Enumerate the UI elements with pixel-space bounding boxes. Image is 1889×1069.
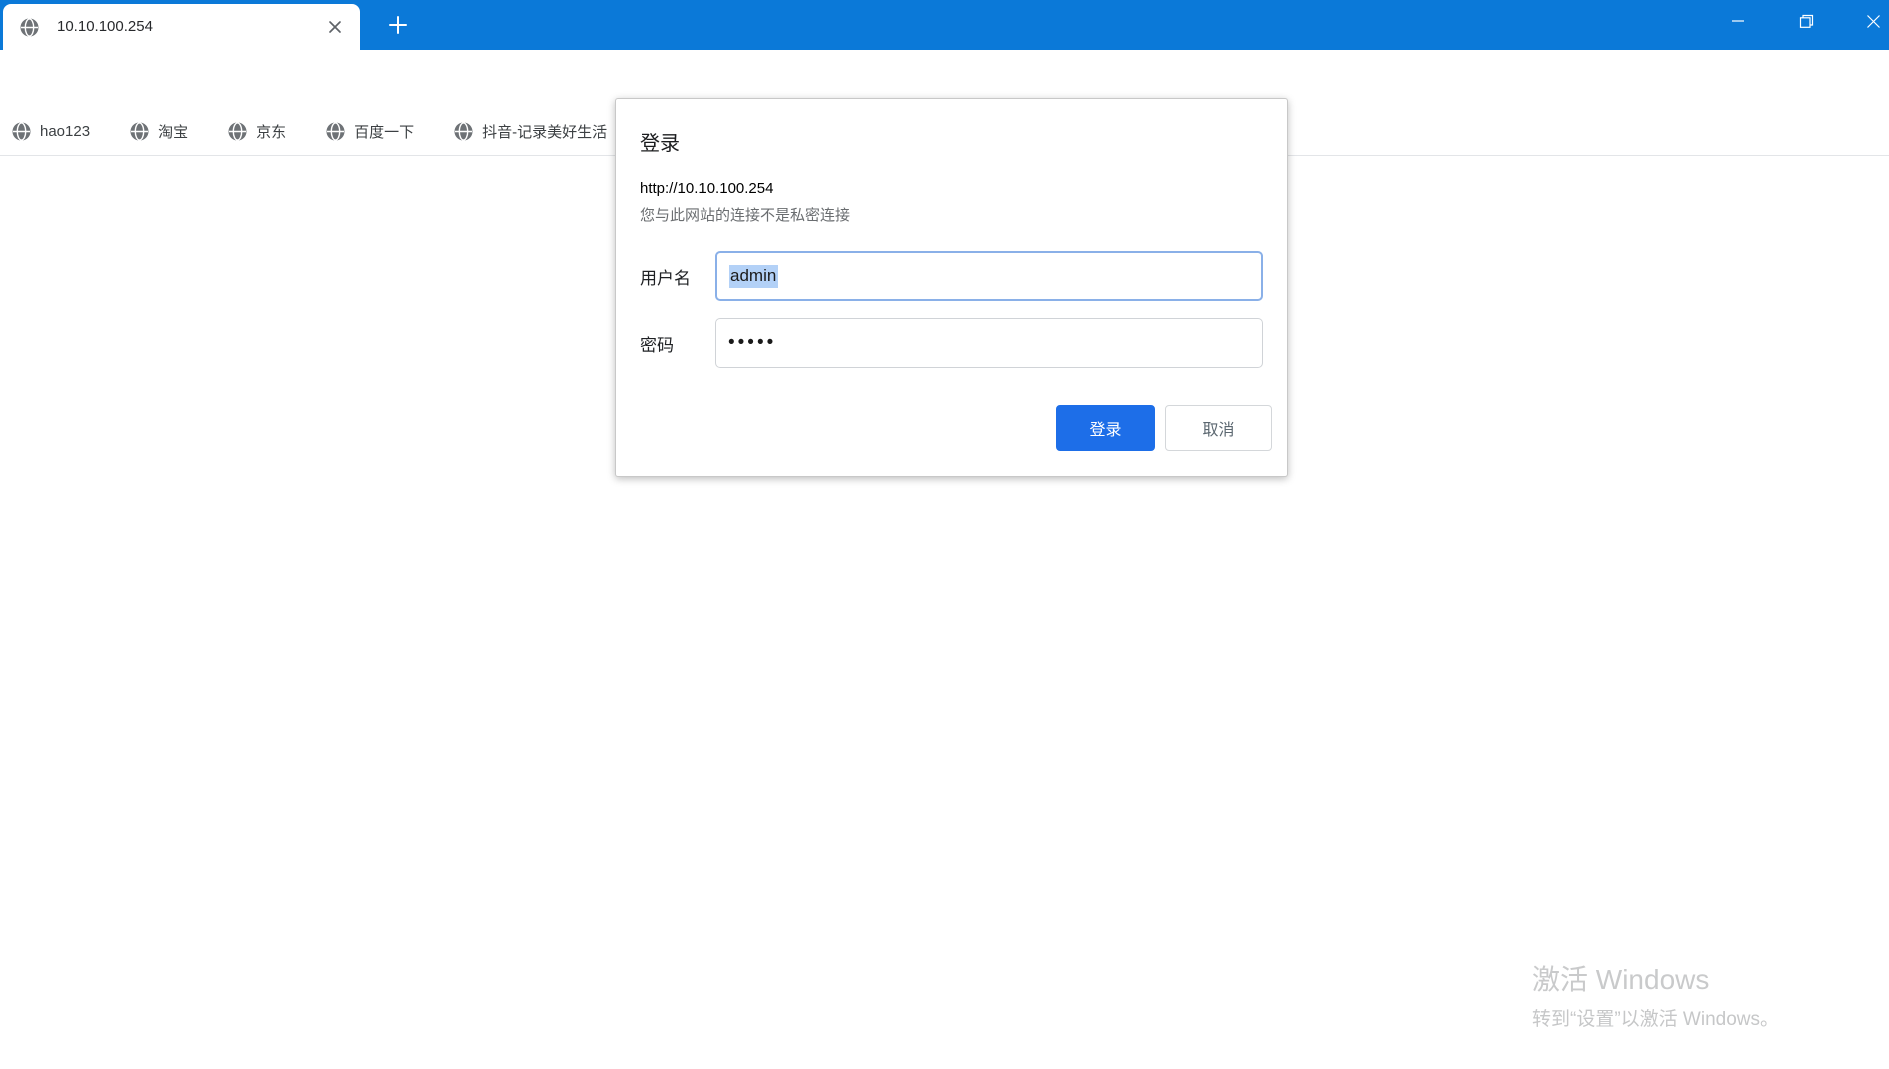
dialog-title: 登录 xyxy=(640,133,680,155)
window-minimize-button[interactable] xyxy=(1715,0,1761,42)
globe-favicon-icon xyxy=(326,122,345,141)
bookmark-hao123[interactable]: hao123 xyxy=(12,122,90,141)
browser-window: 10.10.100.254 hao123 淘宝 京东 百度一下 抖音-记录美好生… xyxy=(0,0,1889,1069)
watermark-subtitle: 转到“设置”以激活 Windows。 xyxy=(1532,1009,1780,1030)
dialog-button-row: 登录 取消 xyxy=(640,405,1272,451)
cancel-button[interactable]: 取消 xyxy=(1165,405,1272,451)
password-input[interactable]: ••••• xyxy=(715,318,1263,368)
login-button[interactable]: 登录 xyxy=(1056,405,1155,451)
bookmark-label: 抖音-记录美好生活 xyxy=(482,124,608,141)
password-masked-value: ••••• xyxy=(728,332,777,353)
bookmark-label: 百度一下 xyxy=(354,124,415,141)
globe-favicon-icon xyxy=(228,122,247,141)
windows-activation-watermark: 激活 Windows 转到“设置”以激活 Windows。 xyxy=(1532,958,1779,1031)
bookmark-douyin[interactable]: 抖音-记录美好生活 xyxy=(454,121,607,142)
globe-favicon-icon xyxy=(12,122,31,141)
bookmark-label: hao123 xyxy=(40,123,91,140)
globe-favicon-icon xyxy=(454,122,473,141)
bookmark-taobao[interactable]: 淘宝 xyxy=(130,121,188,142)
tab-title: 10.10.100.254 xyxy=(57,18,153,35)
dialog-security-warning: 您与此网站的连接不是私密连接 xyxy=(640,207,851,224)
browser-tab[interactable]: 10.10.100.254 xyxy=(3,4,360,50)
window-close-button[interactable] xyxy=(1850,0,1889,42)
username-label: 用户名 xyxy=(640,268,691,288)
window-restore-button[interactable] xyxy=(1783,0,1829,42)
watermark-title: 激活 Windows xyxy=(1532,964,1710,995)
bookmark-jd[interactable]: 京东 xyxy=(228,121,286,142)
login-dialog: 登录 http://10.10.100.254 您与此网站的连接不是私密连接 用… xyxy=(615,98,1288,477)
tab-strip: 10.10.100.254 xyxy=(0,0,1889,50)
username-input[interactable]: admin xyxy=(715,251,1263,301)
new-tab-button[interactable] xyxy=(386,13,410,37)
tab-close-icon[interactable] xyxy=(325,17,345,37)
bookmark-label: 淘宝 xyxy=(158,124,189,141)
dialog-origin-url: http://10.10.100.254 xyxy=(640,180,774,197)
bookmark-baidu[interactable]: 百度一下 xyxy=(326,121,414,142)
globe-favicon-icon xyxy=(130,122,149,141)
bookmark-label: 京东 xyxy=(256,124,287,141)
globe-favicon-icon xyxy=(20,18,39,37)
username-value-selected: admin xyxy=(729,264,779,288)
password-label: 密码 xyxy=(640,335,674,355)
